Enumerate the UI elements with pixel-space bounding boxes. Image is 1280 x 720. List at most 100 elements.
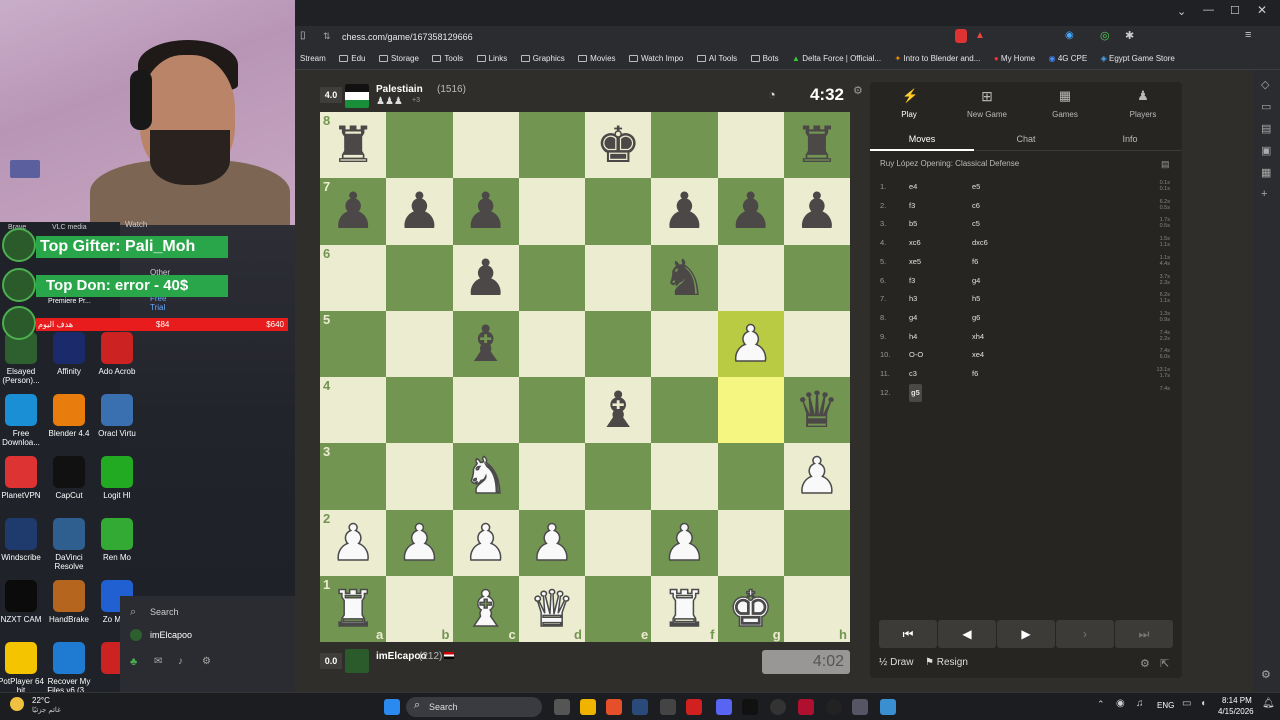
board-square[interactable] [518, 244, 585, 311]
menu-icon[interactable]: ≡ [1245, 29, 1251, 41]
move-row[interactable]: 10. O-O xe4 7.4s 6.0s [870, 346, 1182, 364]
white-move[interactable]: b5 [909, 215, 917, 233]
network-icon[interactable]: ▭ [1182, 698, 1191, 709]
resign-button[interactable]: ⚑ Resign [925, 657, 968, 668]
task-view-icon[interactable] [554, 699, 570, 715]
board-square[interactable]: d ♛ [518, 575, 585, 642]
app-icon[interactable] [798, 699, 814, 715]
move-row[interactable]: 3. b5 c5 1.7s 0.5s [870, 215, 1182, 233]
board-square[interactable]: ♞ [651, 244, 718, 311]
move-row[interactable]: 4. xc6 dxc6 1.5s 1.1s [870, 234, 1182, 252]
black-pawn[interactable]: ♟ [331, 186, 376, 236]
board-square[interactable] [518, 112, 585, 179]
black-knight[interactable]: ♞ [662, 253, 707, 303]
white-move[interactable]: e4 [909, 178, 917, 196]
board-square[interactable]: ♟ [717, 310, 784, 377]
desktop-icon[interactable]: Recover My Files v6 (3... [42, 642, 96, 695]
bookmark-blender[interactable]: ✦ Intro to Blender and... [895, 48, 981, 69]
book-icon[interactable]: ▤ [1161, 159, 1170, 170]
black-move[interactable]: xe4 [972, 346, 984, 364]
desktop-icon[interactable]: Ren Mo [90, 518, 144, 562]
board-square[interactable]: ♜ [783, 112, 850, 179]
black-rook[interactable]: ♜ [794, 120, 839, 170]
board-square[interactable]: ♝ [585, 377, 652, 444]
sidebar-icon[interactable]: ▣ [1261, 144, 1271, 157]
black-move[interactable]: g4 [972, 272, 980, 290]
white-bishop[interactable]: ♝ [462, 583, 508, 635]
bookmark-links[interactable]: Links [476, 48, 507, 69]
start-search[interactable]: Search [150, 607, 179, 617]
share-icon[interactable]: ⇱ [1160, 657, 1169, 670]
sidebar-icon[interactable]: ▤ [1261, 122, 1271, 135]
board-square[interactable]: g ♚ [717, 575, 784, 642]
clock-date[interactable]: 4/15/2026 [1218, 707, 1254, 716]
black-move[interactable]: xh4 [972, 328, 984, 346]
white-knight[interactable]: ♞ [462, 451, 508, 503]
tab-info[interactable]: Info [1078, 127, 1182, 151]
board-square[interactable] [452, 112, 519, 179]
white-rook[interactable]: ♜ [661, 583, 707, 635]
board-square[interactable] [651, 112, 718, 179]
gear-icon[interactable]: ⚙ [202, 656, 211, 667]
bookmark-watch-impo[interactable]: Watch Impo [628, 48, 683, 69]
move-row[interactable]: 6. f3 g4 3.7s 2.3s [870, 272, 1182, 290]
board-square[interactable]: ♛ [783, 377, 850, 444]
chess-board[interactable]: 8 ♜ ♚ ♜ 7 ♟ ♟ ♟ ♟ ♟ ♟ 6 ♟ ♞ 5 ♝ ♟ 4 ♝ ♛ 3 ♞ ♟ 2 ♟ ♟ ♟ ♟ ♟ 1 a ♜ b c ♝ d ♛ e f ♜… [320, 112, 850, 642]
notification-icon[interactable]: 🔔︎ [1262, 698, 1275, 709]
board-square[interactable]: c ♝ [452, 575, 519, 642]
board-square[interactable]: 8 ♜ [320, 112, 387, 179]
white-queen[interactable]: ♛ [529, 583, 575, 635]
bookmark-icon[interactable]: ▯ [300, 30, 306, 41]
board-square[interactable]: ♟ [783, 178, 850, 245]
white-pawn[interactable]: ♟ [661, 517, 707, 569]
extension-icon[interactable]: ◎ [1100, 29, 1110, 42]
white-move[interactable]: f3 [909, 272, 915, 290]
board-square[interactable]: ♟ [783, 443, 850, 510]
black-bishop[interactable]: ♝ [596, 385, 641, 435]
board-square[interactable] [651, 443, 718, 510]
tab-games[interactable]: ▦ Games [1026, 82, 1104, 122]
board-square[interactable]: ♞ [452, 443, 519, 510]
forward-button[interactable]: › [1056, 620, 1114, 648]
bell-icon[interactable]: ♪ [178, 656, 183, 667]
board-square[interactable]: ♝ [452, 310, 519, 377]
board-square[interactable]: 7 ♟ [320, 178, 387, 245]
board-square[interactable] [651, 377, 718, 444]
board-square[interactable] [386, 244, 453, 311]
board-square[interactable]: ♟ [651, 509, 718, 576]
desktop-icon[interactable]: DaVinci Resolve [42, 518, 96, 571]
bookmark-tools[interactable]: Tools [432, 48, 463, 69]
move-row[interactable]: 11. c3 f6 13.1s 1.7s [870, 365, 1182, 383]
mic-icon[interactable]: ♫ [1136, 698, 1144, 709]
board-square[interactable]: 2 ♟ [320, 509, 387, 576]
first-move-button[interactable]: ⏮ [879, 620, 937, 648]
tray-icon[interactable]: ◉ [1116, 698, 1125, 709]
tab-players[interactable]: ♟ Players [1104, 82, 1182, 122]
desktop-icon[interactable]: Ado Acrob [90, 332, 144, 376]
white-move[interactable]: O-O [909, 346, 923, 364]
bookmark-movies[interactable]: Movies [578, 48, 616, 69]
move-row[interactable]: 7. h3 h5 6.2s 1.1s [870, 290, 1182, 308]
brave-shield-icon[interactable] [955, 29, 967, 43]
move-row[interactable]: 8. g4 g6 1.3s 0.9s [870, 309, 1182, 327]
move-row[interactable]: 12. g5 7.4s [870, 383, 1182, 402]
board-square[interactable] [386, 112, 453, 179]
white-pawn[interactable]: ♟ [727, 318, 773, 370]
file-explorer-icon[interactable] [580, 699, 596, 715]
move-row[interactable]: 5. xe5 f6 1.1s 4.4s [870, 253, 1182, 271]
prev-move-button[interactable]: ◀ [938, 620, 996, 648]
board-square[interactable] [585, 443, 652, 510]
black-move[interactable]: c5 [972, 215, 980, 233]
white-king[interactable]: ♚ [727, 583, 773, 635]
black-move[interactable]: g6 [972, 309, 980, 327]
board-square[interactable]: ♟ [386, 509, 453, 576]
app-icon[interactable] [826, 699, 842, 715]
black-pawn[interactable]: ♟ [397, 186, 442, 236]
board-square[interactable] [585, 244, 652, 311]
audio-icon[interactable]: ◉ [1065, 30, 1074, 41]
board-square[interactable]: ♚ [585, 112, 652, 179]
board-square[interactable]: 6 [320, 244, 387, 311]
desktop-icon[interactable]: Affinity [42, 332, 96, 376]
opponent-avatar[interactable] [345, 84, 369, 108]
board-square[interactable]: f ♜ [651, 575, 718, 642]
